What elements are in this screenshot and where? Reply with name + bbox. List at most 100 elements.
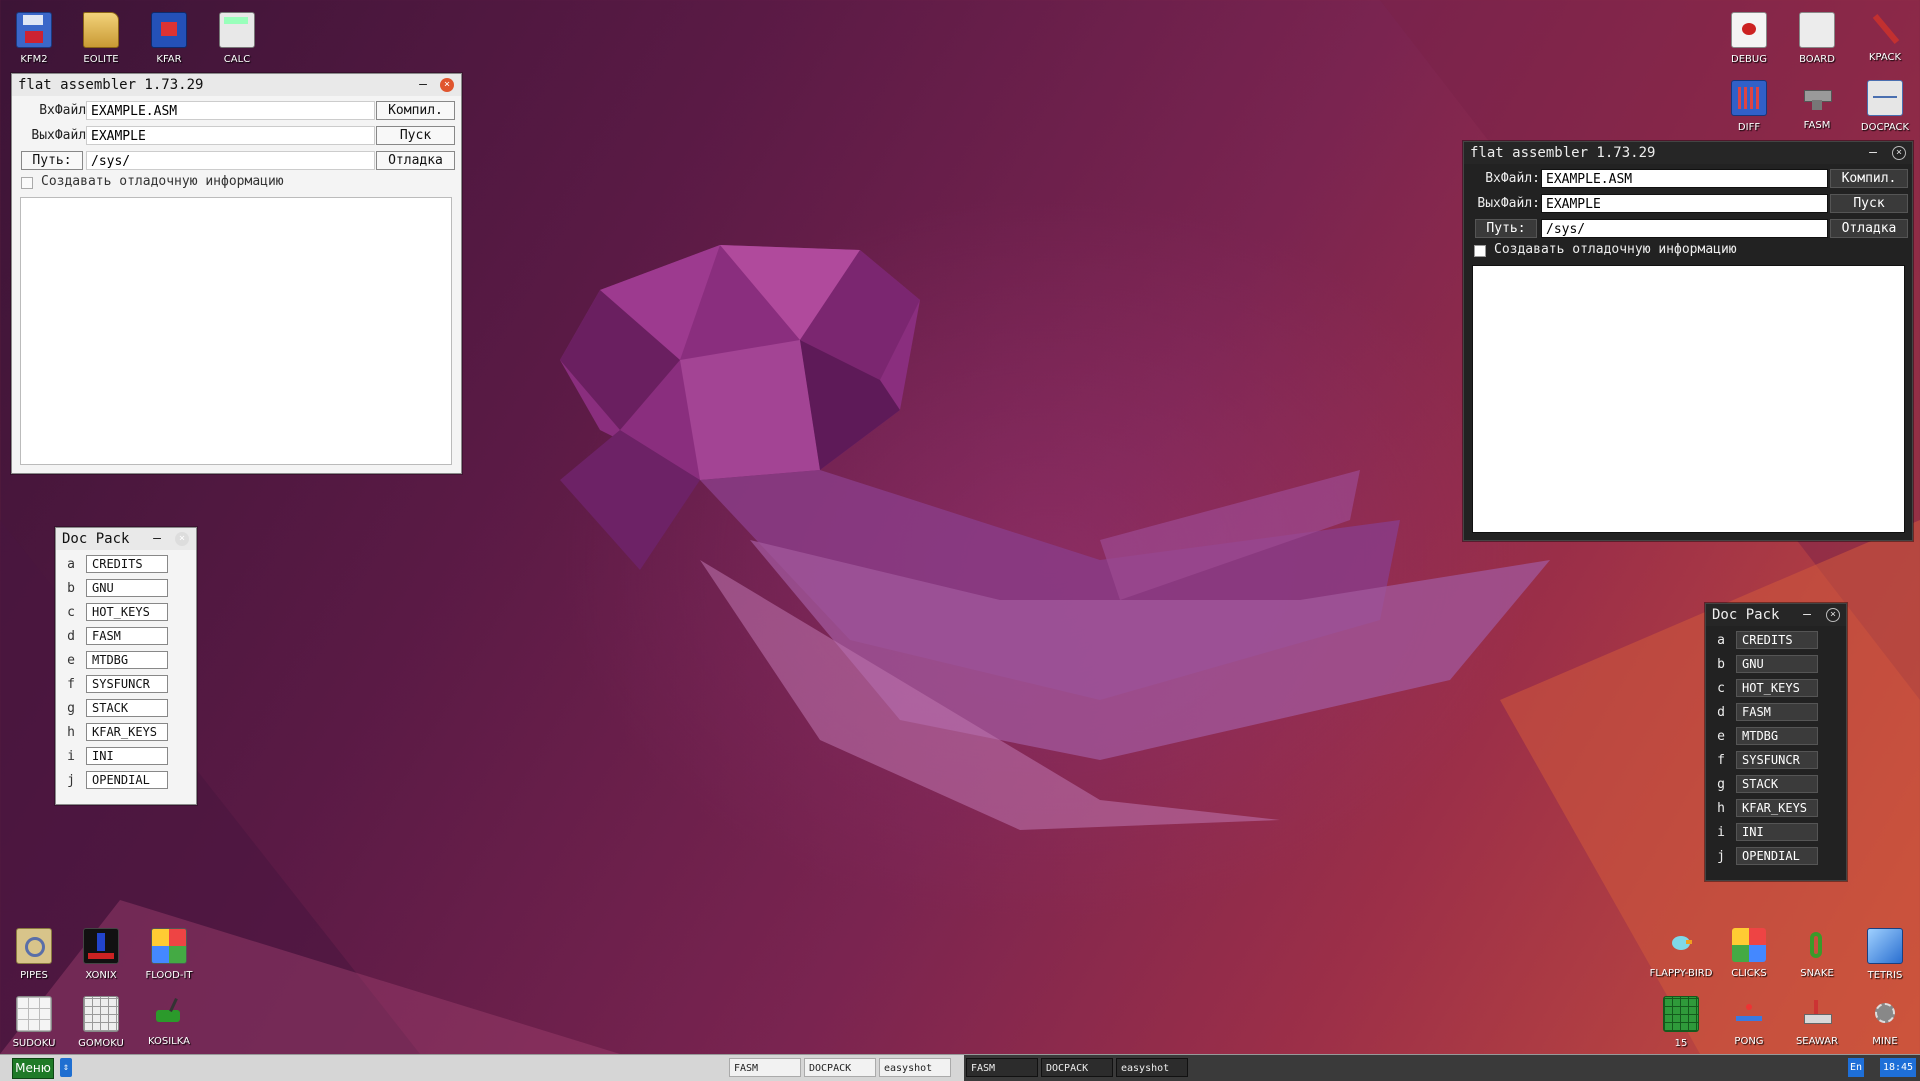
fifteen-grid-icon <box>1663 996 1699 1032</box>
desktop-icon-label: KOSILKA <box>148 1036 190 1047</box>
window-title: flat assembler 1.73.29 <box>18 77 204 93</box>
desktop-icon-sudoku[interactable]: SUDOKU <box>0 988 68 1052</box>
window-titlebar[interactable]: flat assembler 1.73.29 – × <box>1464 142 1912 164</box>
doc-item-button[interactable]: INI <box>1736 823 1818 841</box>
output-file-label: ВыхФайл: <box>31 128 94 143</box>
window-titlebar[interactable]: flat assembler 1.73.29 – × <box>12 74 461 96</box>
doc-item-button[interactable]: SYSFUNCR <box>86 675 168 693</box>
run-button[interactable]: Пуск <box>1830 194 1908 213</box>
close-button[interactable]: × <box>1826 608 1840 622</box>
doc-item-button[interactable]: HOT_KEYS <box>1736 679 1818 697</box>
doc-item-button[interactable]: SYSFUNCR <box>1736 751 1818 769</box>
taskbar-item-fasm-dark[interactable]: FASM <box>966 1058 1038 1077</box>
desktop-icon-tetris[interactable]: TETRIS <box>1851 920 1919 984</box>
close-button[interactable]: × <box>440 78 454 92</box>
desktop-icon-board[interactable]: BOARD <box>1783 4 1851 68</box>
doc-item-button[interactable]: KFAR_KEYS <box>1736 799 1818 817</box>
output-file-field[interactable]: EXAMPLE <box>86 126 375 145</box>
docpack-window-light: Doc Pack – × a CREDITS b GNU c HOT_KEYS d FASM e… <box>55 527 197 805</box>
desktop-icon-kfm2[interactable]: KFM2 <box>0 4 68 68</box>
doc-item-button[interactable]: STACK <box>1736 775 1818 793</box>
path-field[interactable]: /sys/ <box>86 151 375 170</box>
compile-button[interactable]: Компил. <box>376 101 455 120</box>
minimize-button[interactable]: – <box>150 528 164 550</box>
desktop-icon-label: DOCPACK <box>1860 122 1910 133</box>
doc-item-button[interactable]: HOT_KEYS <box>86 603 168 621</box>
desktop-icon-diff[interactable]: DIFF <box>1715 72 1783 136</box>
doc-item-button[interactable]: MTDBG <box>86 651 168 669</box>
desktop-icon-kpack[interactable]: KPACK <box>1851 4 1919 68</box>
desktop-icon-eolite[interactable]: EOLITE <box>67 4 135 68</box>
doc-item-hotkey: i <box>67 749 75 764</box>
debug-info-checkbox[interactable] <box>1474 245 1486 257</box>
doc-item-button[interactable]: GNU <box>1736 655 1818 673</box>
window-title: flat assembler 1.73.29 <box>1470 145 1656 161</box>
desktop-icon-seawar[interactable]: SEAWAR <box>1783 988 1851 1052</box>
doc-item-button[interactable]: KFAR_KEYS <box>86 723 168 741</box>
minimize-button[interactable]: – <box>1800 604 1814 626</box>
taskbar-item-fasm[interactable]: FASM <box>729 1058 801 1077</box>
compile-button[interactable]: Компил. <box>1830 169 1908 188</box>
doc-item-hotkey: j <box>67 773 75 788</box>
doc-item-button[interactable]: STACK <box>86 699 168 717</box>
desktop-icon-flood-it[interactable]: FLOOD-IT <box>135 920 203 984</box>
desktop-icon-debug[interactable]: DEBUG <box>1715 4 1783 68</box>
taskbar-item-docpack[interactable]: DOCPACK <box>804 1058 876 1077</box>
path-button[interactable]: Путь: <box>1475 219 1537 238</box>
window-titlebar[interactable]: Doc Pack – × <box>1706 604 1846 626</box>
desktop-icon-gomoku[interactable]: GOMOKU <box>67 988 135 1052</box>
language-indicator[interactable]: En <box>1848 1058 1864 1077</box>
doc-item-button[interactable]: FASM <box>86 627 168 645</box>
debug-info-checkbox[interactable] <box>21 177 33 189</box>
window-title: Doc Pack <box>1712 607 1780 623</box>
doc-item-button[interactable]: CREDITS <box>86 555 168 573</box>
desktop-icon-fasm[interactable]: FASM <box>1783 72 1851 136</box>
input-file-label: ВхФайл: <box>39 103 94 118</box>
path-button[interactable]: Путь: <box>21 151 83 170</box>
input-file-field[interactable]: EXAMPLE.ASM <box>86 101 375 120</box>
path-field[interactable]: /sys/ <box>1541 219 1828 238</box>
desktop-icon-mine[interactable]: MINE <box>1851 988 1919 1052</box>
desktop-icon-pipes[interactable]: PIPES <box>0 920 68 984</box>
doc-item-button[interactable]: INI <box>86 747 168 765</box>
docpack-window-dark: Doc Pack – × a CREDITS b GNU c HOT_KEYS d FASM e… <box>1705 603 1847 881</box>
fasm-window-dark: flat assembler 1.73.29 – × ВхФайл: EXAMP… <box>1463 141 1913 541</box>
switch-arrows-icon[interactable]: ⇕ <box>60 1058 72 1077</box>
close-button[interactable]: × <box>175 532 189 546</box>
desktop-icon-snake[interactable]: SNAKE <box>1783 920 1851 984</box>
window-titlebar[interactable]: Doc Pack – × <box>56 528 196 550</box>
doc-item-button[interactable]: OPENDIAL <box>1736 847 1818 865</box>
doc-item-row: e MTDBG <box>64 651 174 670</box>
taskbar-item-easyshot[interactable]: easyshot <box>879 1058 951 1077</box>
doc-item-row: i INI <box>64 747 174 766</box>
desktop-icon-kfar[interactable]: KFAR <box>135 4 203 68</box>
minimize-button[interactable]: – <box>416 74 430 96</box>
doc-item-button[interactable]: FASM <box>1736 703 1818 721</box>
doc-item-row: c HOT_KEYS <box>64 603 174 622</box>
minimize-button[interactable]: – <box>1866 142 1880 164</box>
output-file-field[interactable]: EXAMPLE <box>1541 194 1828 213</box>
taskbar-item-docpack-dark[interactable]: DOCPACK <box>1041 1058 1113 1077</box>
debug-button[interactable]: Отладка <box>376 151 455 170</box>
desktop-icon-xonix[interactable]: XONIX <box>67 920 135 984</box>
desktop-icon-label: BOARD <box>1799 54 1835 65</box>
doc-item-button[interactable]: MTDBG <box>1736 727 1818 745</box>
menu-button[interactable]: Меню <box>12 1058 54 1079</box>
desktop-icon-pong[interactable]: PONG <box>1715 988 1783 1052</box>
debug-button[interactable]: Отладка <box>1830 219 1908 238</box>
input-file-field[interactable]: EXAMPLE.ASM <box>1541 169 1828 188</box>
doc-item-button[interactable]: CREDITS <box>1736 631 1818 649</box>
desktop-icon-clicks[interactable]: CLICKS <box>1715 920 1783 984</box>
doc-item-button[interactable]: OPENDIAL <box>86 771 168 789</box>
desktop-icon-kosilka[interactable]: KOSILKA <box>135 988 203 1052</box>
close-button[interactable]: × <box>1892 146 1906 160</box>
taskbar-item-easyshot-dark[interactable]: easyshot <box>1116 1058 1188 1077</box>
run-button[interactable]: Пуск <box>376 126 455 145</box>
desktop-icon-docpack[interactable]: DOCPACK <box>1851 72 1919 136</box>
doc-item-button[interactable]: GNU <box>86 579 168 597</box>
desktop-icon-15[interactable]: 15 <box>1647 988 1715 1052</box>
ship-icon <box>1800 996 1834 1030</box>
doc-item-row: d FASM <box>64 627 174 646</box>
desktop-icon-calc[interactable]: CALC <box>203 4 271 68</box>
desktop-icon-flappy-bird[interactable]: FLAPPY-BIRD <box>1647 920 1715 984</box>
